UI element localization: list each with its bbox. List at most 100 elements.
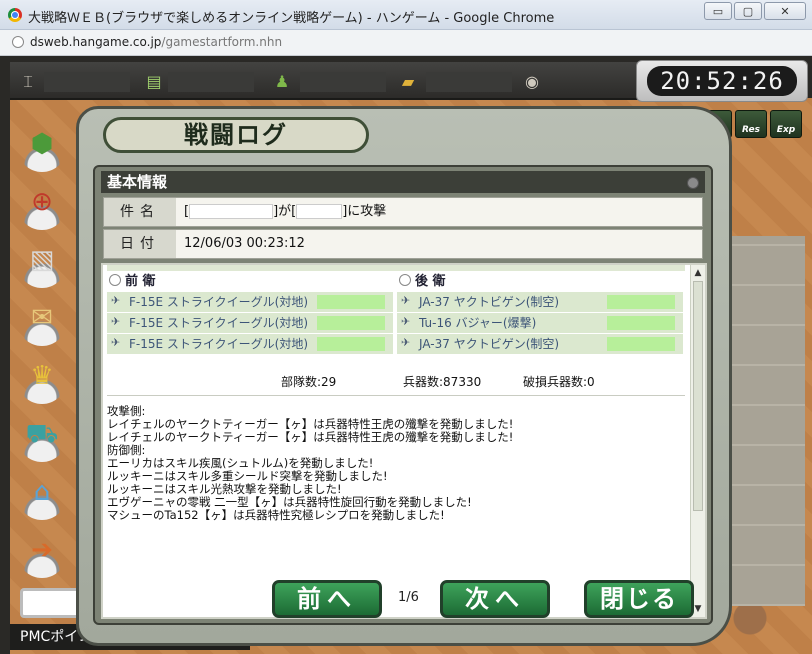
unit-row: ✈ F-15E ストライクイーグル(対地)	[107, 313, 393, 333]
side-btn-mail[interactable]: ✉	[18, 300, 66, 346]
page-icon	[12, 36, 24, 48]
next-button[interactable]: 次へ	[440, 580, 550, 618]
gear-icon: ◉	[525, 72, 539, 91]
clock-time: 20:52:26	[647, 66, 797, 96]
date-label: 日付	[104, 230, 176, 258]
close-window-button[interactable]: ✕	[764, 2, 806, 20]
side-btn-ranking[interactable]: ♛	[18, 358, 66, 404]
attacker-header: 前 衛	[107, 273, 393, 291]
address-bar[interactable]: dsweb.hangame.co.jp/gamestartform.nhn	[0, 30, 812, 56]
soldier-icon: ♟	[274, 72, 290, 91]
panel-inner: 基本情報 件名 []が[]に攻撃 日付 12/06/03 00:23:12 前 …	[93, 165, 713, 625]
weapon-count: 兵器数:87330	[403, 375, 482, 389]
plane-icon: ✈	[401, 294, 411, 307]
plane-icon: ✈	[111, 294, 121, 307]
truncated-row	[107, 265, 685, 271]
side-btn-tag[interactable]: ⌂	[18, 474, 66, 520]
url-path: /gamestartform.nhn	[161, 35, 283, 49]
unit-name: Tu-16 バジャー(爆撃)	[419, 316, 537, 330]
plane-icon: ✈	[401, 315, 411, 328]
exp-button[interactable]: Exp	[770, 110, 802, 138]
side-btn-shop[interactable]: ⛟	[18, 416, 66, 462]
trophy-icon: ♛	[30, 361, 54, 391]
url-host: dsweb.hangame.co.jp	[30, 35, 162, 49]
scroll-thumb[interactable]	[693, 281, 703, 511]
unit-hp-bar	[317, 337, 385, 351]
date-row: 日付 12/06/03 00:23:12	[103, 229, 703, 259]
subject-row: 件名 []が[]に攻撃	[103, 197, 703, 227]
unit-count: 部隊数:29	[281, 375, 337, 389]
res-button[interactable]: Res	[735, 110, 767, 138]
unit-row: ✈ F-15E ストライクイーグル(対地)	[107, 292, 393, 312]
log-scroll-area[interactable]: 前 衛 ✈ F-15E ストライクイーグル(対地) ✈ F-15E ストライクイーグ…	[101, 263, 707, 619]
unit-hp-bar	[317, 295, 385, 309]
radio-icon	[399, 274, 411, 286]
clock: 20:52:26	[636, 60, 808, 102]
unit-row: ✈ Tu-16 バジャー(爆撃)	[397, 313, 683, 333]
unit-name: JA-37 ヤクトビゲン(制空)	[419, 337, 560, 351]
panel-title: 戦闘ログ	[103, 117, 369, 153]
unit-row: ✈ JA-37 ヤクトビゲン(制空)	[397, 292, 683, 312]
plane-icon: ✈	[401, 336, 411, 349]
resource-bar: ⌶ ▤ ♟ ▰ ◉	[10, 62, 638, 100]
minimize-button[interactable]: ▭	[704, 2, 732, 20]
plane-icon: ✈	[111, 315, 121, 328]
scroll-up-icon[interactable]: ▲	[692, 267, 704, 279]
page-indicator: 1/6	[398, 590, 419, 605]
side-btn-layers[interactable]: ▧	[18, 242, 66, 288]
battle-log-panel: 戦闘ログ 基本情報 件名 []が[]に攻撃 日付 12/06/03 00:23:…	[76, 106, 732, 646]
defender-label: 後 衛	[415, 274, 446, 289]
unit-row: ✈ F-15E ストライクイーグル(対地)	[107, 334, 393, 354]
plane-icon: ✈	[111, 336, 121, 349]
status-icon: ⌶	[23, 72, 33, 91]
radio-icon	[109, 274, 121, 286]
gold-value	[426, 72, 512, 92]
info-header-label: 基本情報	[107, 173, 168, 191]
side-menu: ⬢ ⊕ ▧ ✉ ♛ ⛟ ⌂ ➔	[18, 126, 74, 590]
window-titlebar: 大戦略ＷＥＢ(ブラウザで楽しめるオンライン戦略ゲーム) - ハンゲーム - Go…	[0, 0, 812, 30]
unit-name: F-15E ストライクイーグル(対地)	[129, 337, 309, 351]
cart-icon: ⛟	[25, 419, 59, 449]
side-btn-map[interactable]: ⬢	[18, 126, 66, 172]
unit-hp-bar	[607, 337, 675, 351]
window-title: 大戦略ＷＥＢ(ブラウザで楽しめるオンライン戦略ゲーム) - ハンゲーム - Go…	[28, 11, 555, 26]
close-button[interactable]: 閉じる	[584, 580, 694, 618]
layers-icon: ▧	[29, 245, 55, 275]
subject-part-2: ]が[	[273, 204, 297, 219]
unit-hp-bar	[607, 316, 675, 330]
maximize-button[interactable]: ▢	[734, 2, 762, 20]
unit-row: ✈ JA-37 ヤクトビゲン(制空)	[397, 334, 683, 354]
unit-name: F-15E ストライクイーグル(対地)	[129, 295, 309, 309]
defender-name-blank	[296, 204, 343, 219]
gold-icon: ▰	[401, 72, 415, 91]
log-line: マシューのTa152【ヶ】は兵器特性究極レシプロを発動しました!	[107, 508, 445, 522]
log-scrollbar[interactable]: ▲ ▼	[690, 265, 705, 617]
defender-header: 後 衛	[397, 273, 683, 291]
side-btn-exit[interactable]: ➔	[18, 532, 66, 578]
unit-hp-bar	[317, 316, 385, 330]
subject-value: []が[]に攻撃	[184, 198, 386, 226]
game-canvas: ⌶ ▤ ♟ ▰ ◉ 20:52:26 Item Res Exp ⬢ ⊕ ▧ ✉ …	[0, 56, 812, 654]
target-icon: ⊕	[31, 187, 53, 217]
tag-icon: ⌂	[33, 477, 51, 507]
info-header-dot	[687, 177, 699, 189]
attacker-label: 前 衛	[125, 274, 156, 289]
date-value: 12/06/03 00:23:12	[184, 236, 305, 251]
hex-map-icon: ⬢	[30, 129, 54, 159]
divider	[107, 395, 685, 396]
window-controls: ▭ ▢ ✕	[704, 2, 806, 20]
exit-icon: ➔	[31, 535, 53, 565]
attacker-name-blank	[189, 204, 274, 219]
fuel-value	[168, 72, 254, 92]
side-btn-target[interactable]: ⊕	[18, 184, 66, 230]
unit-name: F-15E ストライクイーグル(対地)	[129, 316, 309, 330]
attacker-column: 前 衛 ✈ F-15E ストライクイーグル(対地) ✈ F-15E ストライクイーグ…	[107, 273, 393, 354]
url-text[interactable]: dsweb.hangame.co.jp/gamestartform.nhn	[30, 35, 282, 49]
destroyed-count: 破損兵器数:0	[523, 375, 595, 389]
soldier-value	[300, 72, 386, 92]
fuel-icon: ▤	[146, 72, 162, 91]
info-header: 基本情報	[101, 171, 705, 193]
prev-button[interactable]: 前へ	[272, 580, 382, 618]
chrome-icon	[8, 8, 22, 22]
log-line: レイチェルのヤークトティーガー【ヶ】は兵器特性王虎の殲撃を発動しました!	[107, 430, 514, 444]
